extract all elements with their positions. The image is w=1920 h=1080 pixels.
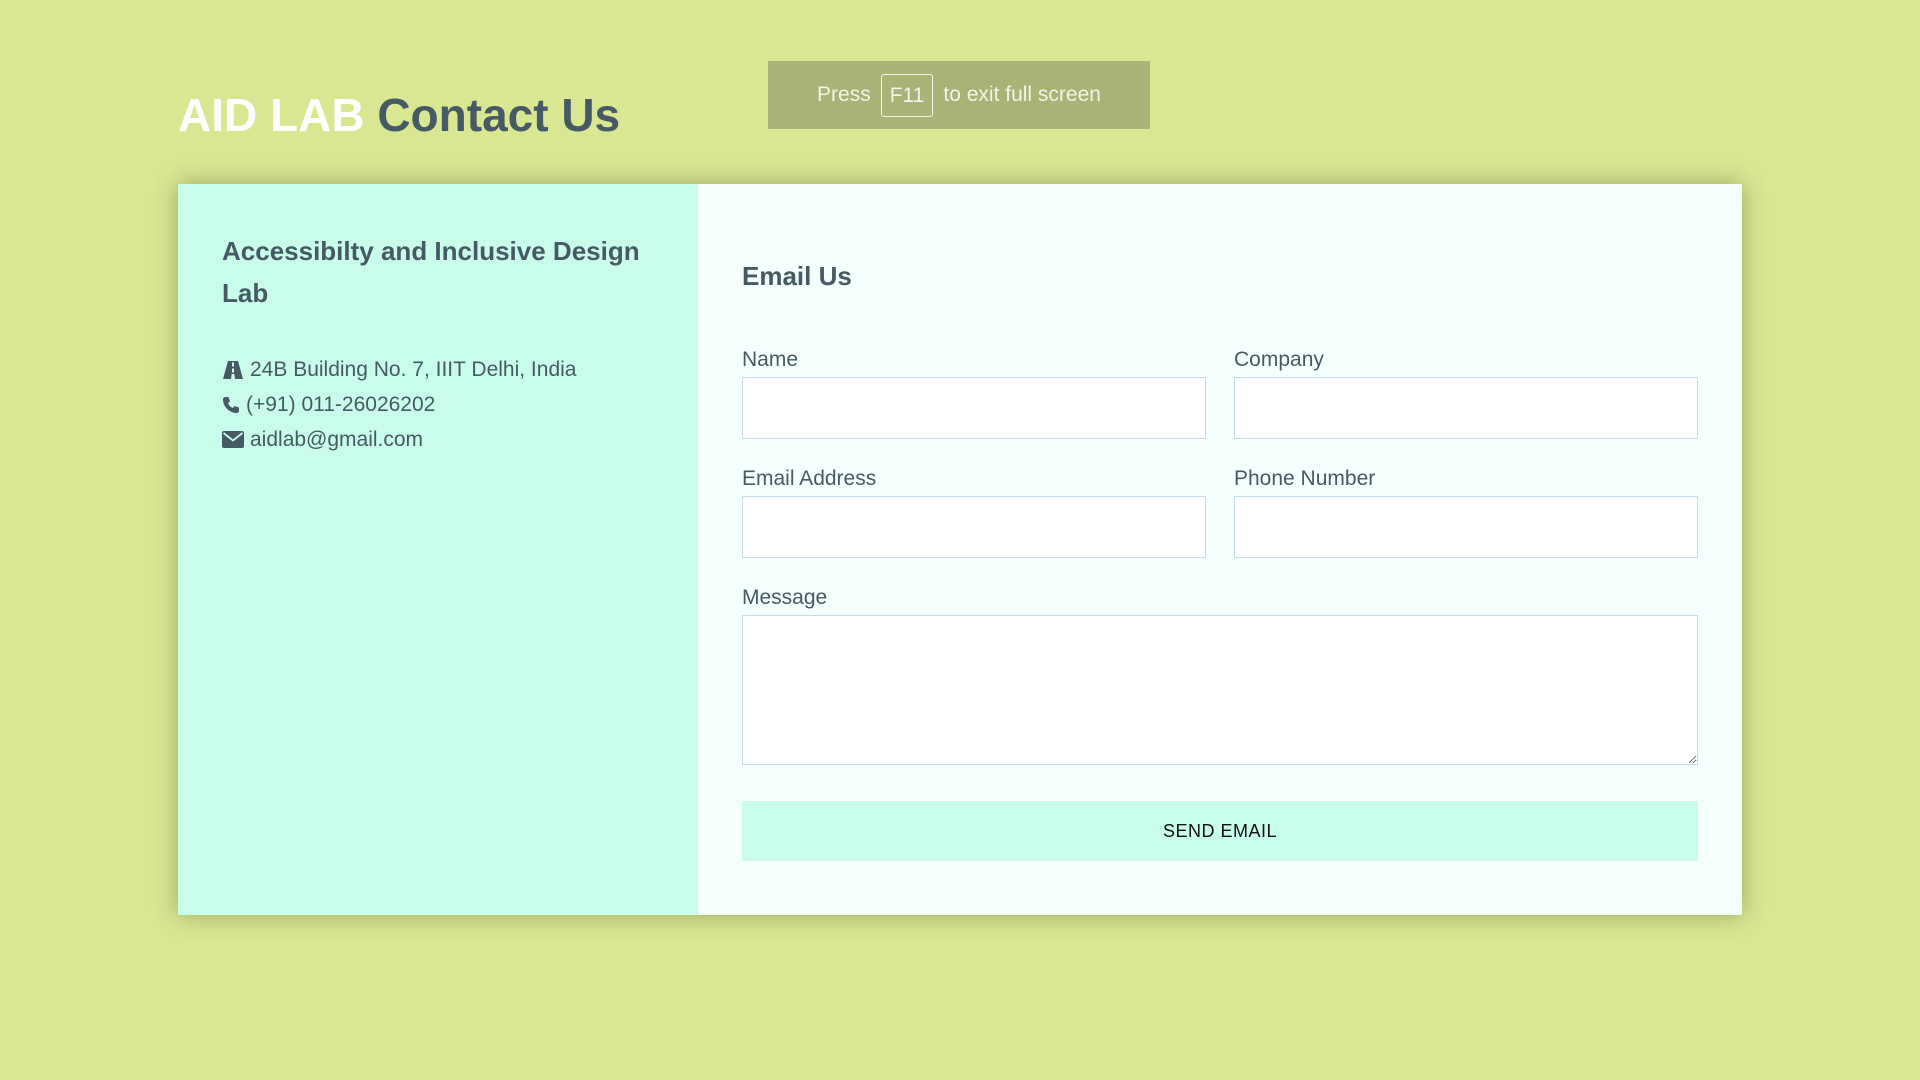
road-icon <box>223 360 243 379</box>
contact-card: Accessibilty and Inclusive Design Lab 24… <box>178 184 1742 915</box>
contact-form: Name Company Email Address Phone Number … <box>742 348 1698 765</box>
company-label: Company <box>1234 348 1324 371</box>
email-item: aidlab@gmail.com <box>222 422 654 457</box>
email-field-group: Email Address <box>742 467 1206 558</box>
contact-details-list: 24B Building No. 7, IIIT Delhi, India (+… <box>222 352 654 457</box>
message-field-group: Message <box>742 586 1698 765</box>
f11-key: F11 <box>880 73 934 117</box>
phone-input[interactable] <box>1234 496 1698 558</box>
phone-text: (+91) 011-26026202 <box>246 393 436 416</box>
message-textarea[interactable] <box>742 615 1698 765</box>
fullscreen-notice-suffix: to exit full screen <box>943 83 1101 106</box>
message-label: Message <box>742 586 828 609</box>
email-form-panel: Email Us Name Company Email Address Phon… <box>698 184 1742 915</box>
phone-label: Phone Number <box>1234 467 1376 490</box>
name-field-group: Name <box>742 348 1206 439</box>
phone-field-group: Phone Number <box>1234 467 1698 558</box>
email-input[interactable] <box>742 496 1206 558</box>
fullscreen-notice-prefix: Press <box>817 83 871 106</box>
page-title-text: Contact Us <box>377 89 621 141</box>
email-label: Email Address <box>742 467 877 490</box>
phone-item: (+91) 011-26026202 <box>222 387 654 422</box>
phone-icon <box>223 396 239 413</box>
fullscreen-notice: Press F11 to exit full screen <box>768 61 1150 129</box>
company-field-group: Company <box>1234 348 1698 439</box>
page: AID LAB Contact Us Press F11 to exit ful… <box>0 0 1920 1080</box>
brand-name: AID LAB <box>178 89 365 141</box>
name-input[interactable] <box>742 377 1206 439</box>
envelope-icon <box>222 431 244 448</box>
address-item: 24B Building No. 7, IIIT Delhi, India <box>222 352 654 387</box>
page-title: AID LAB Contact Us <box>178 92 620 138</box>
email-text[interactable]: aidlab@gmail.com <box>250 422 423 457</box>
send-email-button[interactable]: SEND EMAIL <box>742 801 1698 861</box>
address-text: 24B Building No. 7, IIIT Delhi, India <box>250 358 577 381</box>
form-title: Email Us <box>742 261 852 291</box>
contact-info-panel: Accessibilty and Inclusive Design Lab 24… <box>178 184 698 915</box>
company-input[interactable] <box>1234 377 1698 439</box>
lab-name: Accessibilty and Inclusive Design Lab <box>222 236 640 308</box>
name-label: Name <box>742 348 799 371</box>
